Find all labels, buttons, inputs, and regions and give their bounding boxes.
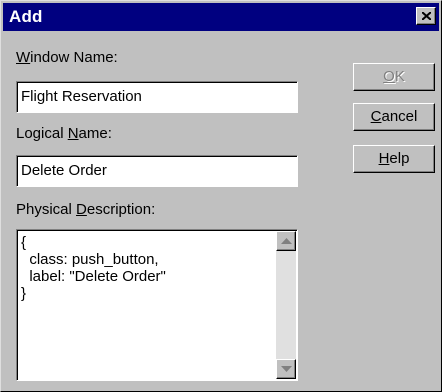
arrow-down-icon (281, 366, 292, 372)
ok-button[interactable]: OK (353, 63, 435, 91)
close-button[interactable] (416, 7, 436, 25)
window-name-label: Window Name: (16, 49, 118, 66)
logical-name-field[interactable] (16, 155, 298, 187)
window-name-input[interactable] (21, 88, 291, 105)
help-button[interactable]: Help (353, 145, 435, 173)
physical-description-label: Physical Description: (16, 201, 156, 218)
physical-description-text[interactable]: { class: push_button, label: "Delete Ord… (21, 234, 267, 374)
add-dialog: Add Window Name: Logical Name: Physical … (0, 0, 442, 392)
physical-description-textarea[interactable]: { class: push_button, label: "Delete Ord… (16, 229, 298, 381)
window-name-field[interactable] (16, 81, 298, 113)
arrow-up-icon (281, 238, 292, 244)
scroll-down-button[interactable] (276, 359, 296, 379)
window-title: Add (9, 7, 43, 26)
vertical-scrollbar[interactable] (276, 231, 296, 379)
close-icon (422, 12, 431, 20)
scroll-up-button[interactable] (276, 231, 296, 251)
cancel-button[interactable]: Cancel (353, 103, 435, 131)
title-bar[interactable]: Add (3, 3, 439, 31)
logical-name-input[interactable] (21, 162, 291, 179)
logical-name-label: Logical Name: (16, 125, 112, 142)
